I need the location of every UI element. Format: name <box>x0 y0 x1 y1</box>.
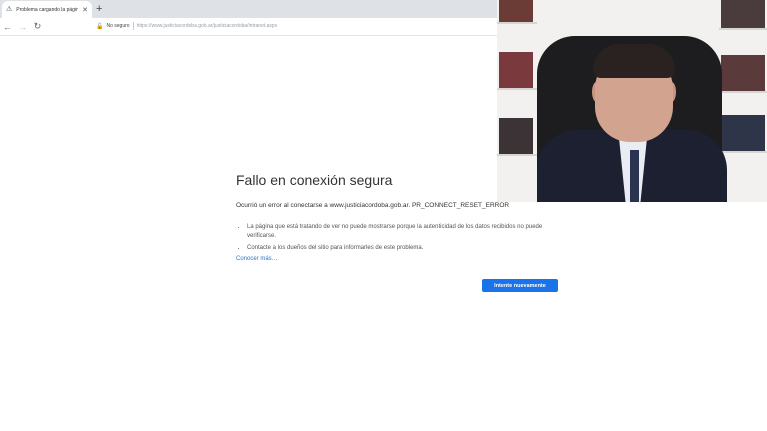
shelf <box>719 91 767 93</box>
hair <box>593 44 675 78</box>
books <box>499 0 533 22</box>
close-tab-icon[interactable]: ✕ <box>82 6 88 14</box>
shelf <box>497 154 537 156</box>
books <box>721 55 765 91</box>
divider <box>132 22 134 30</box>
books <box>499 52 533 88</box>
tab-error-page[interactable]: ⚠ Problema cargando la página ✕ <box>2 1 92 18</box>
new-tab-button[interactable]: + <box>96 2 102 16</box>
security-label: No seguro <box>106 23 130 29</box>
shelf <box>497 22 537 24</box>
reload-button[interactable]: ↻ <box>30 21 45 32</box>
try-again-button[interactable]: Intente nuevamente <box>482 279 558 292</box>
forward-button[interactable]: → <box>15 22 30 32</box>
error-message: Ocurrió un error al conectarse a www.jus… <box>236 202 510 209</box>
books <box>499 118 533 154</box>
address-bar[interactable]: 🔓 No seguro https://www.justiciacordoba.… <box>96 20 396 32</box>
browser-toolbar: ← → ↻ 🔓 No seguro https://www.justiciaco… <box>0 18 497 36</box>
error-details-list: La página que está tratando de ver no pu… <box>236 223 566 253</box>
tie <box>630 150 639 202</box>
shelf <box>719 151 767 153</box>
shelf <box>719 28 767 30</box>
tab-title: Problema cargando la página <box>16 6 79 13</box>
left-bookshelf <box>497 0 537 202</box>
url-text[interactable]: https://www.justiciacordoba.gob.ar/justi… <box>137 23 278 29</box>
tab-strip: ⚠ Problema cargando la página ✕ + <box>0 0 497 18</box>
warning-icon: ⚠ <box>6 6 13 13</box>
books <box>721 115 765 151</box>
back-button[interactable]: ← <box>0 22 15 32</box>
webcam-video <box>497 0 767 202</box>
not-secure-lock-icon[interactable]: 🔓 <box>96 23 103 30</box>
error-detail-item: La página que está tratando de ver no pu… <box>247 223 566 241</box>
error-detail-item: Contacte a los dueños del sitio para inf… <box>247 244 566 253</box>
learn-more-link[interactable]: Conocer más… <box>236 256 566 262</box>
shelf <box>497 88 537 90</box>
books <box>721 0 765 28</box>
